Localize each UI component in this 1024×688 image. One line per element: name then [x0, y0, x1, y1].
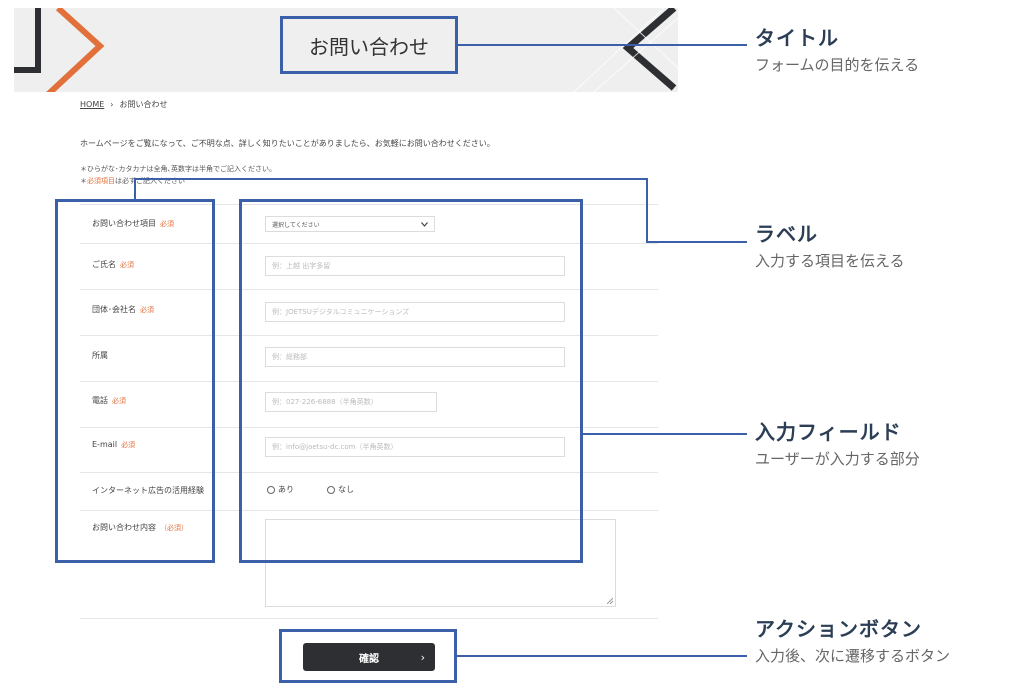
- field-highlight-box: [239, 199, 583, 563]
- action-connector: [457, 655, 747, 657]
- label-connector: [646, 178, 648, 242]
- title-connector: [457, 44, 747, 46]
- intro-text: ホームページをご覧になって、ご不明な点、詳しく知りたいことがありましたら、お気軽…: [80, 139, 495, 148]
- annotation-label-desc: 入力する項目を伝える: [755, 252, 905, 270]
- chevron-right-icon: ›: [110, 100, 114, 109]
- row-divider: [80, 618, 658, 619]
- label-connector: [134, 178, 136, 200]
- annotation-title-desc: フォームの目的を伝える: [755, 56, 920, 74]
- breadcrumb-current: お問い合わせ: [119, 100, 168, 109]
- breadcrumb: HOME › お問い合わせ: [80, 99, 167, 110]
- note-required-term: 必須項目: [87, 177, 115, 185]
- annotation-field-desc: ユーザーが入力する部分: [755, 450, 920, 468]
- label-highlight-box: [55, 199, 215, 563]
- resize-handle-icon[interactable]: [607, 598, 613, 604]
- note-input-format: ＊ひらがな･カタカナは全角､英数字は半角でご記入ください。: [80, 165, 276, 173]
- annotation-action-desc: 入力後、次に遷移するボタン: [755, 647, 951, 665]
- button-label: 確認: [359, 653, 379, 665]
- note-prefix: ＊: [80, 177, 87, 185]
- label-connector: [134, 178, 647, 180]
- annotation-action-heading: アクションボタン: [755, 617, 922, 641]
- chevron-right-icon: ›: [420, 650, 425, 664]
- annotation-title-heading: タイトル: [755, 26, 839, 50]
- annotation-field-heading: 入力フィールド: [755, 420, 902, 444]
- field-connector: [583, 433, 747, 435]
- confirm-button[interactable]: 確認 ›: [303, 643, 435, 671]
- page-title: お問い合わせ: [280, 16, 458, 74]
- annotation-label-heading: ラベル: [755, 222, 818, 246]
- label-connector: [646, 241, 747, 243]
- breadcrumb-home-link[interactable]: HOME: [80, 100, 104, 109]
- header-banner: お問い合わせ: [14, 8, 678, 92]
